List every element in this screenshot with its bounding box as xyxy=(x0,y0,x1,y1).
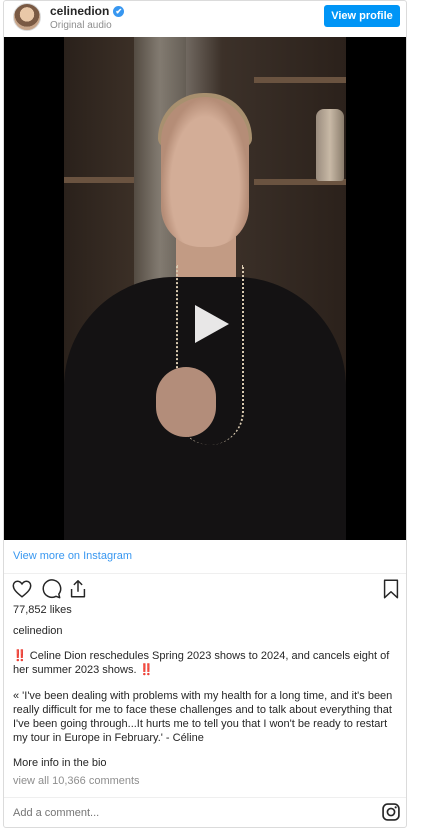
video-frame xyxy=(64,37,346,540)
avatar[interactable] xyxy=(13,3,41,31)
verified-badge-icon: ✔ xyxy=(113,5,125,17)
add-comment-input[interactable] xyxy=(4,802,382,824)
comment-bar xyxy=(4,797,406,828)
caption-paragraph-2: « 'I've been dealing with problems with … xyxy=(13,690,393,744)
view-profile-button[interactable]: View profile xyxy=(324,5,400,27)
username[interactable]: celinedion xyxy=(50,4,109,18)
heart-icon[interactable] xyxy=(11,578,33,600)
video-player[interactable] xyxy=(4,37,406,540)
view-more-row: View more on Instagram xyxy=(4,540,406,574)
caption-username[interactable]: celinedion xyxy=(13,625,63,637)
more-info-text: More info in the bio xyxy=(13,757,107,769)
username-row: celinedion ✔ xyxy=(50,4,125,18)
view-more-link[interactable]: View more on Instagram xyxy=(13,550,132,562)
view-all-comments-link[interactable]: view all 10,366 comments xyxy=(13,775,140,787)
likes-count[interactable]: 77,852 likes xyxy=(13,604,72,616)
action-bar xyxy=(4,577,406,601)
comment-icon[interactable] xyxy=(40,578,62,600)
caption-paragraph-1: ‼️ Celine Dion reschedules Spring 2023 s… xyxy=(13,650,390,676)
play-icon[interactable] xyxy=(187,302,231,346)
instagram-logo-icon[interactable] xyxy=(381,802,401,822)
post-header: celinedion ✔ Original audio View profile xyxy=(4,1,406,37)
instagram-embed-card: celinedion ✔ Original audio View profile… xyxy=(3,0,407,828)
bookmark-icon[interactable] xyxy=(380,578,402,600)
audio-subtitle[interactable]: Original audio xyxy=(50,20,112,31)
share-icon[interactable] xyxy=(67,578,89,600)
